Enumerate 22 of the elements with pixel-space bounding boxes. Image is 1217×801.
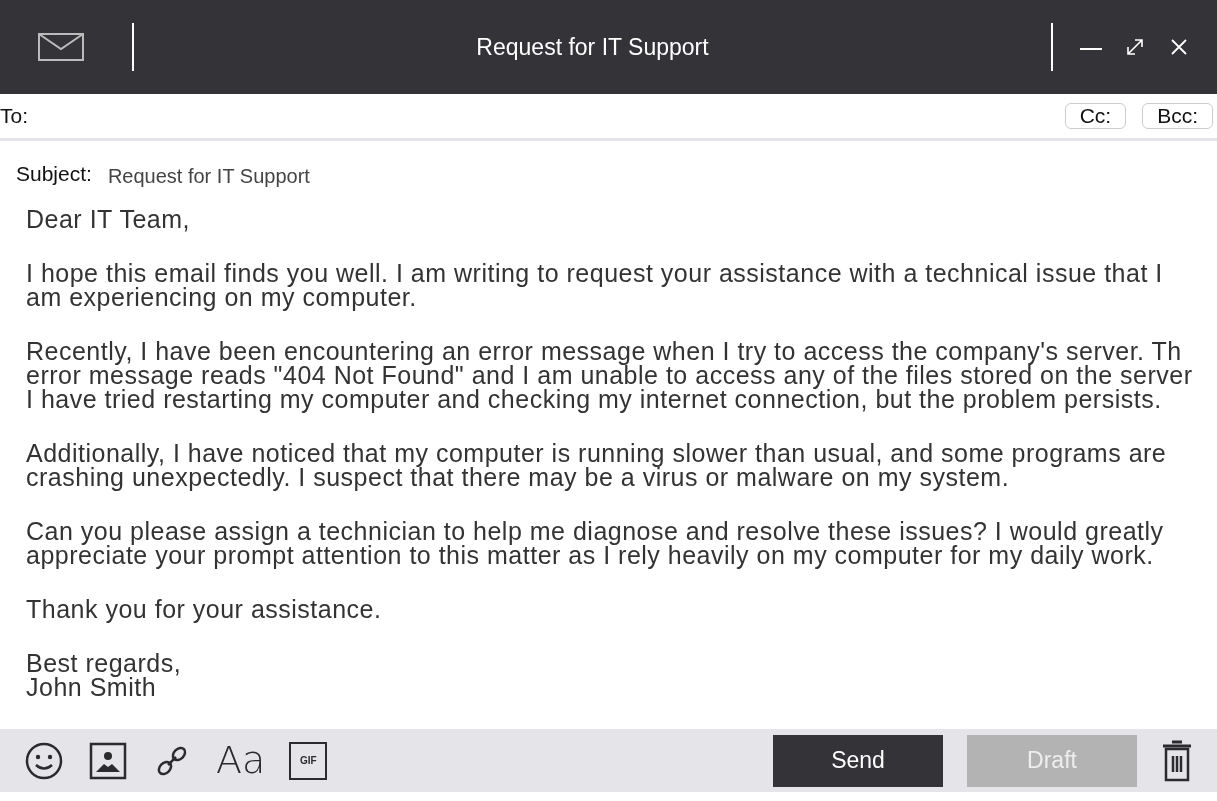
close-icon[interactable] xyxy=(1171,39,1187,55)
subject-label: Subject: xyxy=(16,161,92,188)
mail-icon[interactable] xyxy=(38,33,84,61)
message-paragraph: Can you please assign a technician to help me diagnose and resolve these issues? I would greatly appreciate your prompt attention to this matter as I rely heavily on my computer for my daily work. xyxy=(26,519,1165,567)
message-paragraph: Best regards, John Smith xyxy=(26,651,183,699)
window-title: Request for IT Support xyxy=(475,32,710,62)
message-paragraph: Additionally, I have noticed that my computer is running slower than usual, and some programs are crashing unexpectedly. I suspect that there may be a virus or malware on my system. xyxy=(26,441,1168,489)
to-label: To: xyxy=(0,103,29,130)
emoji-icon[interactable] xyxy=(24,740,64,781)
gif-button[interactable]: GIF xyxy=(289,741,328,780)
recipient-button[interactable]: Bcc: xyxy=(1142,103,1213,129)
message-paragraph: Thank you for your assistance. xyxy=(26,597,383,621)
font-format-button[interactable]: Aa xyxy=(216,732,266,789)
message-paragraph: I hope this email finds you well. I am writing to request your assistance with a technical issue that I am experiencing on my computer. xyxy=(26,261,1164,309)
subject-value: Request for IT Support xyxy=(107,164,310,189)
image-icon[interactable] xyxy=(88,740,128,781)
maximize-icon[interactable] xyxy=(1127,39,1143,55)
recipient-button[interactable]: Cc: xyxy=(1064,103,1127,129)
message-paragraph: Recently, I have been encountering an error message when I try to access the company's server. Th error message reads "404 Not Found" and I am unable to access any of the files stored on the server I have tried restarting my computer and checking my internet connection, but the problem persists. xyxy=(26,339,1194,411)
trash-icon[interactable] xyxy=(1161,739,1193,782)
action-button[interactable]: Send xyxy=(773,734,943,787)
message-paragraph: Dear IT Team, xyxy=(26,207,191,231)
